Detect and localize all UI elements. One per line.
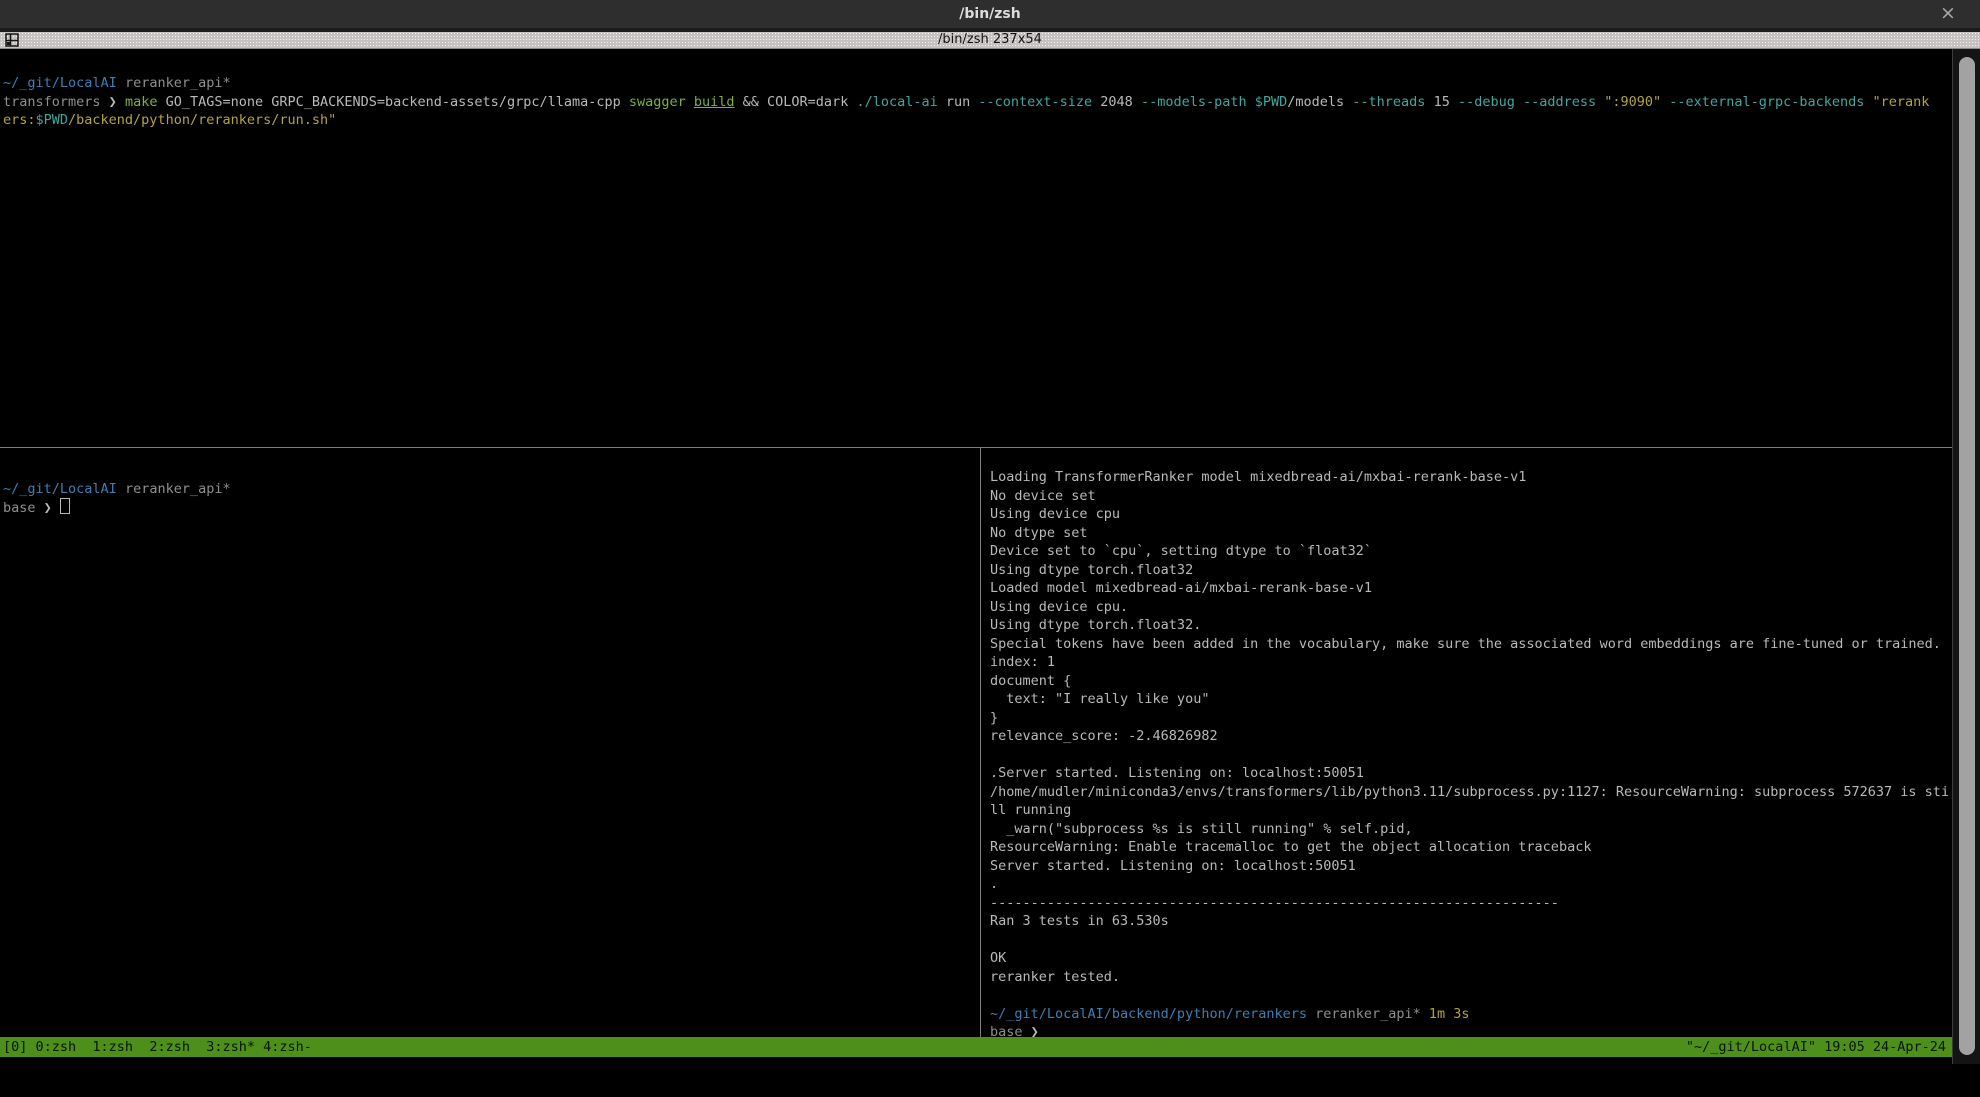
text-segment: --debug [1458, 94, 1523, 110]
text-segment: --models-path [1141, 94, 1255, 110]
terminal-line: document { [990, 672, 1950, 691]
text-segment: 15 [1434, 94, 1458, 110]
tmux-window-2[interactable]: 2:zsh [149, 1039, 190, 1055]
text-segment: reranker_api* [1315, 1006, 1429, 1022]
text-segment: --external-grpc-backends [1669, 94, 1872, 110]
terminal-line: Using dtype torch.float32. [990, 616, 1950, 635]
tmux-status-right: "~/_git/LocalAI" 19:05 24-Apr-24 [1686, 1037, 1946, 1057]
terminal-line: OK [990, 949, 1950, 968]
text-segment [255, 1039, 263, 1055]
tmux-window-list: [0] 0:zsh 1:zsh 2:zsh 3:zsh* 4:zsh- [3, 1037, 312, 1057]
text-segment [190, 1039, 206, 1055]
scrollbar-thumb[interactable] [1959, 57, 1975, 1055]
text-segment: ~/_git/LocalAI/backend/python/rerankers [990, 1006, 1307, 1022]
text-segment: ❯ [44, 500, 60, 516]
terminal-line: ll running [990, 801, 1950, 820]
text-segment: ers: [3, 112, 36, 128]
text-segment: && COLOR=dark [735, 94, 857, 110]
text-segment: --threads [1352, 94, 1433, 110]
terminal-line: relevance_score: -2.46826982 [990, 727, 1950, 746]
text-segment [133, 1039, 149, 1055]
terminal-line [990, 746, 1950, 765]
tmux-window-0[interactable]: 0:zsh [36, 1039, 77, 1055]
terminal-line: Special tokens have been added in the vo… [990, 635, 1950, 654]
window-titlebar: /bin/zsh × [0, 0, 1980, 28]
text-segment: $PWD [1255, 94, 1288, 110]
tmux-session-label: [0] [3, 1039, 36, 1055]
text-segment: make [125, 94, 166, 110]
text-segment: swagger [629, 94, 694, 110]
text-segment: ":9090" [1604, 94, 1669, 110]
text-segment: reranker_api* [125, 481, 231, 497]
terminal-line: ~/_git/LocalAI reranker_api* [3, 74, 1949, 93]
text-segment: 2048 [1100, 94, 1141, 110]
terminal-line: _warn("subprocess %s is still running" %… [990, 820, 1950, 839]
terminal-line: /home/mudler/miniconda3/envs/transformer… [990, 783, 1950, 802]
text-segment: run [946, 94, 979, 110]
tmux-pane-bottom-left[interactable]: ~/_git/LocalAI reranker_api*base ❯ [3, 480, 977, 517]
terminal-line: . [990, 875, 1950, 894]
terminal-line: transformers ❯ make GO_TAGS=none GRPC_BA… [3, 93, 1949, 112]
text-segment: ./local-ai [856, 94, 945, 110]
text-segment: --address [1523, 94, 1604, 110]
terminal-line: Device set to `cpu`, setting dtype to `f… [990, 542, 1950, 561]
terminal-line: text: "I really like you" [990, 690, 1950, 709]
text-segment: ~/_git/LocalAI [3, 481, 117, 497]
text-segment [117, 481, 125, 497]
text-segment: /backend/python/rerankers/run.sh" [68, 112, 336, 128]
close-icon[interactable]: × [1934, 0, 1962, 28]
terminal-line: Loading TransformerRanker model mixedbre… [990, 468, 1950, 487]
terminal-line: ~/_git/LocalAI reranker_api* [3, 480, 977, 499]
text-segment [1307, 1006, 1315, 1022]
terminal-line: Using dtype torch.float32 [990, 561, 1950, 580]
text-segment: ~/_git/LocalAI [3, 75, 117, 91]
text-segment [76, 1039, 92, 1055]
text-segment: --context-size [978, 94, 1100, 110]
tmux-pane-bottom-right[interactable]: Loading TransformerRanker model mixedbre… [990, 468, 1950, 1044]
terminal-line [990, 931, 1950, 950]
text-segment [117, 75, 125, 91]
text-segment: build [694, 94, 735, 110]
scrollbar-track[interactable] [1952, 49, 1980, 1064]
terminal-line: Using device cpu [990, 505, 1950, 524]
terminal-line: Ran 3 tests in 63.530s [990, 912, 1950, 931]
terminal-line: No dtype set [990, 524, 1950, 543]
tmux-window-4-last[interactable]: 4:zsh- [263, 1039, 312, 1055]
terminal-line: index: 1 [990, 653, 1950, 672]
tmux-pane-top[interactable]: ~/_git/LocalAI reranker_api*transformers… [3, 74, 1949, 130]
text-segment: reranker_api* [125, 75, 231, 91]
terminal-line: .Server started. Listening on: localhost… [990, 764, 1950, 783]
unfocused-cursor [60, 498, 70, 514]
terminal-line: reranker tested. [990, 968, 1950, 987]
screen: { "window": { "title": "/bin/zsh", "clos… [0, 0, 1980, 1064]
window-title: /bin/zsh [959, 6, 1020, 22]
terminal-line: ~/_git/LocalAI/backend/python/rerankers … [990, 1005, 1950, 1024]
terminal-line: ----------------------------------------… [990, 894, 1950, 913]
terminal-line [990, 986, 1950, 1005]
terminal-line: Loaded model mixedbread-ai/mxbai-rerank-… [990, 579, 1950, 598]
terminal-line: Using device cpu. [990, 598, 1950, 617]
terminal-line: } [990, 709, 1950, 728]
tmux-pane-horizontal-divider[interactable] [0, 447, 1952, 448]
xterm-titlebar: /bin/zsh 237x54 [0, 32, 1980, 49]
text-segment: $PWD [36, 112, 69, 128]
terminal-line: base ❯ [3, 499, 977, 518]
text-segment: ❯ [109, 94, 125, 110]
text-segment: "rerank [1873, 94, 1930, 110]
text-segment: 1m 3s [1429, 1006, 1470, 1022]
xterm-title: /bin/zsh 237x54 [932, 32, 1048, 47]
text-segment: transformers [3, 94, 109, 110]
tmux-window-3-current[interactable]: 3:zsh* [206, 1039, 255, 1055]
terminal-line: Server started. Listening on: localhost:… [990, 857, 1950, 876]
window-menu-icon[interactable] [5, 33, 19, 47]
tmux-window-1[interactable]: 1:zsh [92, 1039, 133, 1055]
terminal-line: ResourceWarning: Enable tracemalloc to g… [990, 838, 1950, 857]
tmux-pane-vertical-divider[interactable] [980, 448, 981, 1037]
terminal-line: No device set [990, 487, 1950, 506]
text-segment: base [3, 500, 44, 516]
text-segment: GO_TAGS=none GRPC_BACKENDS=backend-asset… [166, 94, 629, 110]
terminal-line: ers:$PWD/backend/python/rerankers/run.sh… [3, 111, 1949, 130]
tmux-status-bar: [0] 0:zsh 1:zsh 2:zsh 3:zsh* 4:zsh- "~/_… [0, 1037, 1952, 1057]
text-segment: /models [1287, 94, 1352, 110]
